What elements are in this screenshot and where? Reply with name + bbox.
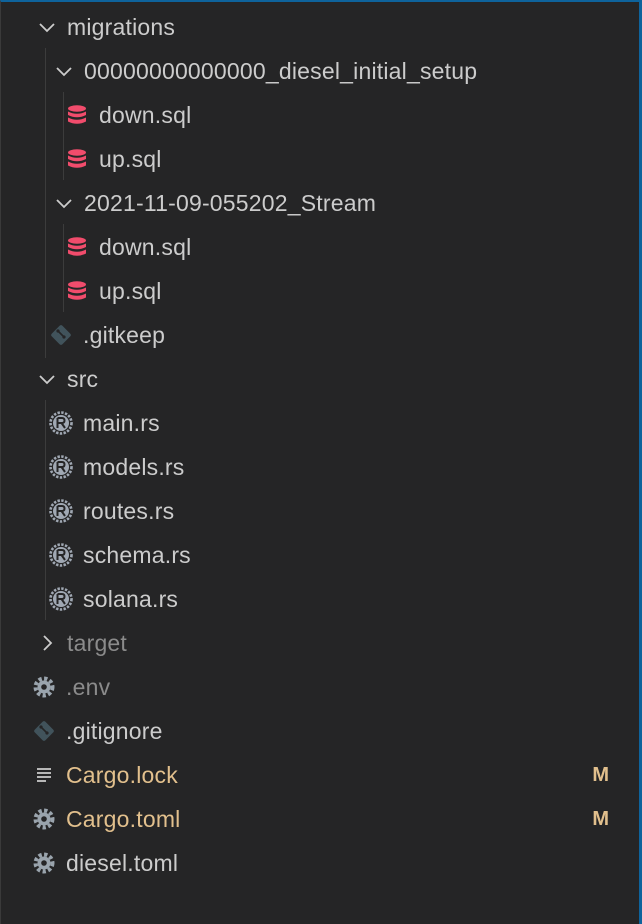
tree-item-label: models.rs: [83, 453, 185, 480]
rust-icon: [48, 454, 74, 480]
rust-icon: [48, 410, 74, 436]
gear-icon: [31, 806, 57, 832]
gear-icon: [31, 850, 57, 876]
tree-file-solana-rs[interactable]: solana.rs: [1, 577, 639, 621]
tree-item-label: migrations: [67, 13, 176, 40]
chevron-down-icon: [52, 191, 76, 215]
tree-file-models-rs[interactable]: models.rs: [1, 445, 639, 489]
tree-item-label: Cargo.toml: [66, 805, 181, 832]
tree-folder-target[interactable]: target: [1, 621, 639, 665]
tree-file-up-sql[interactable]: up.sql: [1, 269, 639, 313]
tree-file-gitkeep[interactable]: .gitkeep: [1, 313, 639, 357]
tree-folder-diesel-initial-setup[interactable]: 00000000000000_diesel_initial_setup: [1, 49, 639, 93]
database-icon: [64, 234, 90, 260]
rust-icon: [48, 586, 74, 612]
database-icon: [64, 102, 90, 128]
tree-folder-stream[interactable]: 2021-11-09-055202_Stream: [1, 181, 639, 225]
tree-item-label: 00000000000000_diesel_initial_setup: [84, 57, 478, 84]
tree-file-diesel-toml[interactable]: diesel.toml: [1, 841, 639, 885]
tree-file-routes-rs[interactable]: routes.rs: [1, 489, 639, 533]
tree-file-cargo-toml[interactable]: Cargo.toml M: [1, 797, 639, 841]
tree-file-gitignore[interactable]: .gitignore: [1, 709, 639, 753]
tree-item-label: down.sql: [99, 233, 192, 260]
chevron-down-icon: [35, 367, 59, 391]
modified-badge: M: [592, 807, 609, 830]
tree-item-label: routes.rs: [83, 497, 175, 524]
tree-item-label: up.sql: [99, 277, 162, 304]
tree-item-label: diesel.toml: [66, 849, 179, 876]
tree-item-label: src: [67, 365, 99, 392]
tree-item-label: main.rs: [83, 409, 160, 436]
tree-item-label: .gitkeep: [83, 321, 166, 348]
git-icon: [31, 718, 57, 744]
file-explorer: migrations 00000000000000_diesel_initial…: [0, 0, 642, 924]
tree-file-down-sql[interactable]: down.sql: [1, 93, 639, 137]
database-icon: [64, 146, 90, 172]
gear-icon: [31, 674, 57, 700]
tree-item-label: up.sql: [99, 145, 162, 172]
lines-icon: [31, 762, 57, 788]
tree-item-label: .env: [66, 673, 111, 700]
tree-folder-migrations[interactable]: migrations: [1, 5, 639, 49]
chevron-down-icon: [52, 59, 76, 83]
rust-icon: [48, 542, 74, 568]
tree-item-label: down.sql: [99, 101, 192, 128]
tree-file-env[interactable]: .env: [1, 665, 639, 709]
tree-item-label: Cargo.lock: [66, 761, 178, 788]
tree-file-schema-rs[interactable]: schema.rs: [1, 533, 639, 577]
tree-folder-src[interactable]: src: [1, 357, 639, 401]
modified-badge: M: [592, 763, 609, 786]
tree-item-label: .gitignore: [66, 717, 163, 744]
tree-item-label: solana.rs: [83, 585, 179, 612]
tree-file-up-sql[interactable]: up.sql: [1, 137, 639, 181]
tree-file-cargo-lock[interactable]: Cargo.lock M: [1, 753, 639, 797]
database-icon: [64, 278, 90, 304]
tree-item-label: target: [67, 629, 128, 656]
git-icon: [48, 322, 74, 348]
chevron-right-icon: [35, 631, 59, 655]
tree-item-label: schema.rs: [83, 541, 191, 568]
chevron-down-icon: [35, 15, 59, 39]
tree-item-label: 2021-11-09-055202_Stream: [84, 189, 377, 216]
tree-file-down-sql[interactable]: down.sql: [1, 225, 639, 269]
tree-file-main-rs[interactable]: main.rs: [1, 401, 639, 445]
rust-icon: [48, 498, 74, 524]
